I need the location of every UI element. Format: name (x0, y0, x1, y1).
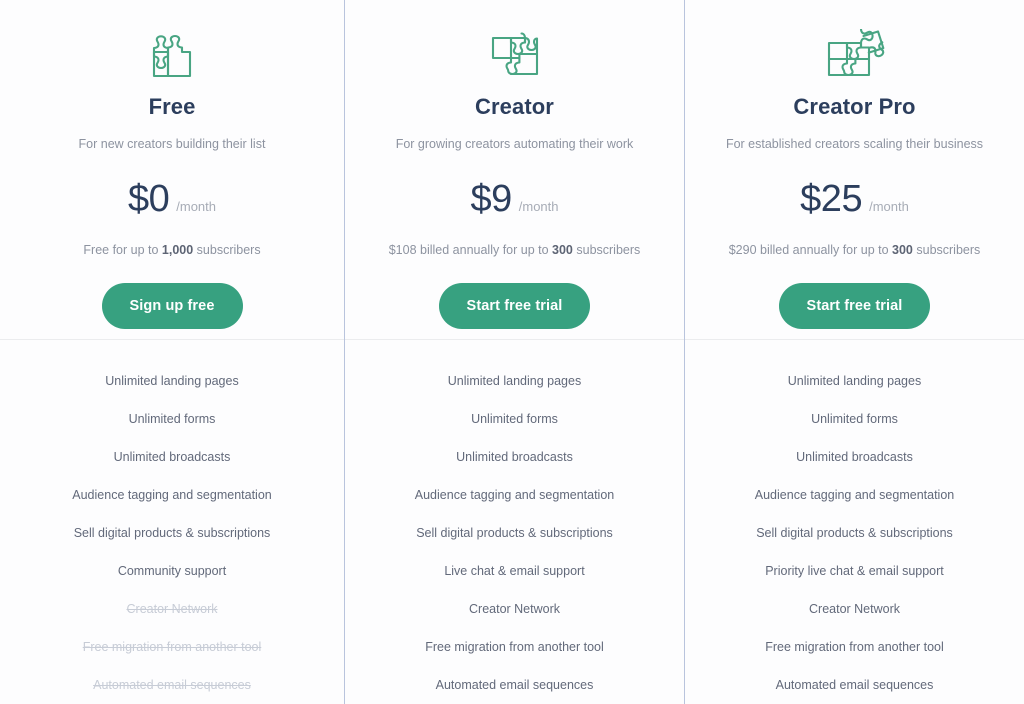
plan-billing-note: Free for up to 1,000 subscribers (83, 242, 260, 258)
plan-price: $25 (800, 177, 863, 220)
billing-prefix: Free for up to (83, 242, 162, 257)
plan-tagline: For new creators building their list (78, 137, 266, 152)
feature-item: Unlimited forms (471, 411, 558, 426)
plan-price-row: $25 /month (800, 180, 909, 218)
feature-item: Unlimited broadcasts (113, 449, 231, 464)
plan-name: Creator (475, 94, 554, 119)
billing-emphasis: 1,000 (161, 242, 194, 257)
plan-billing-note: $290 billed annually for up to 300 subsc… (729, 242, 981, 258)
feature-item: Priority live chat & email support (765, 563, 944, 578)
plan-cta-button[interactable]: Sign up free (101, 282, 243, 329)
plan-header: Creator For growing creators automating … (345, 0, 684, 340)
feature-item: Automated email sequences (435, 677, 594, 692)
billing-suffix: subscribers (193, 242, 261, 257)
plan-billing-period: /month (518, 198, 559, 214)
feature-item: Audience tagging and segmentation (754, 487, 955, 502)
plan-billing-note: $108 billed annually for up to 300 subsc… (389, 242, 641, 258)
plan-feature-list: Unlimited landing pages Unlimited forms … (345, 340, 684, 704)
plan-card-free: Free For new creators building their lis… (0, 0, 344, 704)
feature-item: Free migration from another tool (765, 639, 944, 654)
plan-header: Free For new creators building their lis… (0, 0, 344, 340)
feature-item: Automated email sequences (93, 677, 251, 692)
feature-item: Audience tagging and segmentation (414, 487, 615, 502)
plan-price-row: $0 /month (128, 180, 216, 218)
plan-name: Free (148, 94, 196, 119)
plan-cta-button[interactable]: Start free trial (438, 282, 591, 329)
feature-item: Sell digital products & subscriptions (416, 525, 613, 540)
feature-item: Audience tagging and segmentation (72, 487, 272, 502)
feature-item: Unlimited forms (811, 411, 898, 426)
feature-item: Creator Network (809, 601, 900, 616)
feature-item: Community support (117, 563, 227, 578)
plan-feature-list: Unlimited landing pages Unlimited forms … (0, 340, 344, 704)
billing-prefix: $290 billed annually for up to (728, 242, 893, 257)
feature-item: Free migration from another tool (82, 639, 262, 654)
plan-price: $0 (127, 177, 170, 220)
feature-item: Sell digital products & subscriptions (756, 525, 953, 540)
plan-billing-period: /month (176, 198, 217, 214)
feature-item: Unlimited landing pages (447, 373, 582, 388)
plan-tagline: For established creators scaling their b… (725, 137, 984, 152)
feature-item: Unlimited landing pages (105, 373, 239, 388)
plan-header: Creator Pro For established creators sca… (685, 0, 1024, 340)
puzzle-four-pieces-icon (823, 24, 887, 88)
billing-suffix: subscribers (572, 242, 641, 257)
billing-suffix: subscribers (912, 242, 981, 257)
puzzle-three-pieces-icon (487, 24, 543, 88)
feature-item: Sell digital products & subscriptions (73, 525, 271, 540)
feature-item: Free migration from another tool (425, 639, 604, 654)
feature-item: Unlimited broadcasts (796, 449, 913, 464)
feature-item: Automated email sequences (775, 677, 934, 692)
pricing-table: Free For new creators building their lis… (0, 0, 1024, 704)
feature-item: Creator Network (469, 601, 560, 616)
plan-price-row: $9 /month (470, 180, 558, 218)
feature-item: Unlimited broadcasts (456, 449, 573, 464)
feature-item: Creator Network (126, 601, 218, 616)
puzzle-two-pieces-icon (146, 24, 198, 88)
plan-tagline: For growing creators automating their wo… (395, 137, 634, 152)
feature-item: Unlimited forms (128, 411, 216, 426)
plan-price: $9 (470, 177, 512, 220)
billing-emphasis: 300 (892, 242, 913, 257)
billing-emphasis: 300 (552, 242, 573, 257)
feature-item: Live chat & email support (444, 563, 585, 578)
feature-item: Unlimited landing pages (787, 373, 922, 388)
plan-name: Creator Pro (793, 94, 916, 119)
plan-billing-period: /month (869, 198, 909, 214)
plan-card-creator-pro: Creator Pro For established creators sca… (684, 0, 1024, 704)
plan-cta-button[interactable]: Start free trial (778, 282, 931, 329)
plan-feature-list: Unlimited landing pages Unlimited forms … (685, 340, 1024, 704)
plan-card-creator: Creator For growing creators automating … (344, 0, 684, 704)
billing-prefix: $108 billed annually for up to (388, 242, 553, 257)
